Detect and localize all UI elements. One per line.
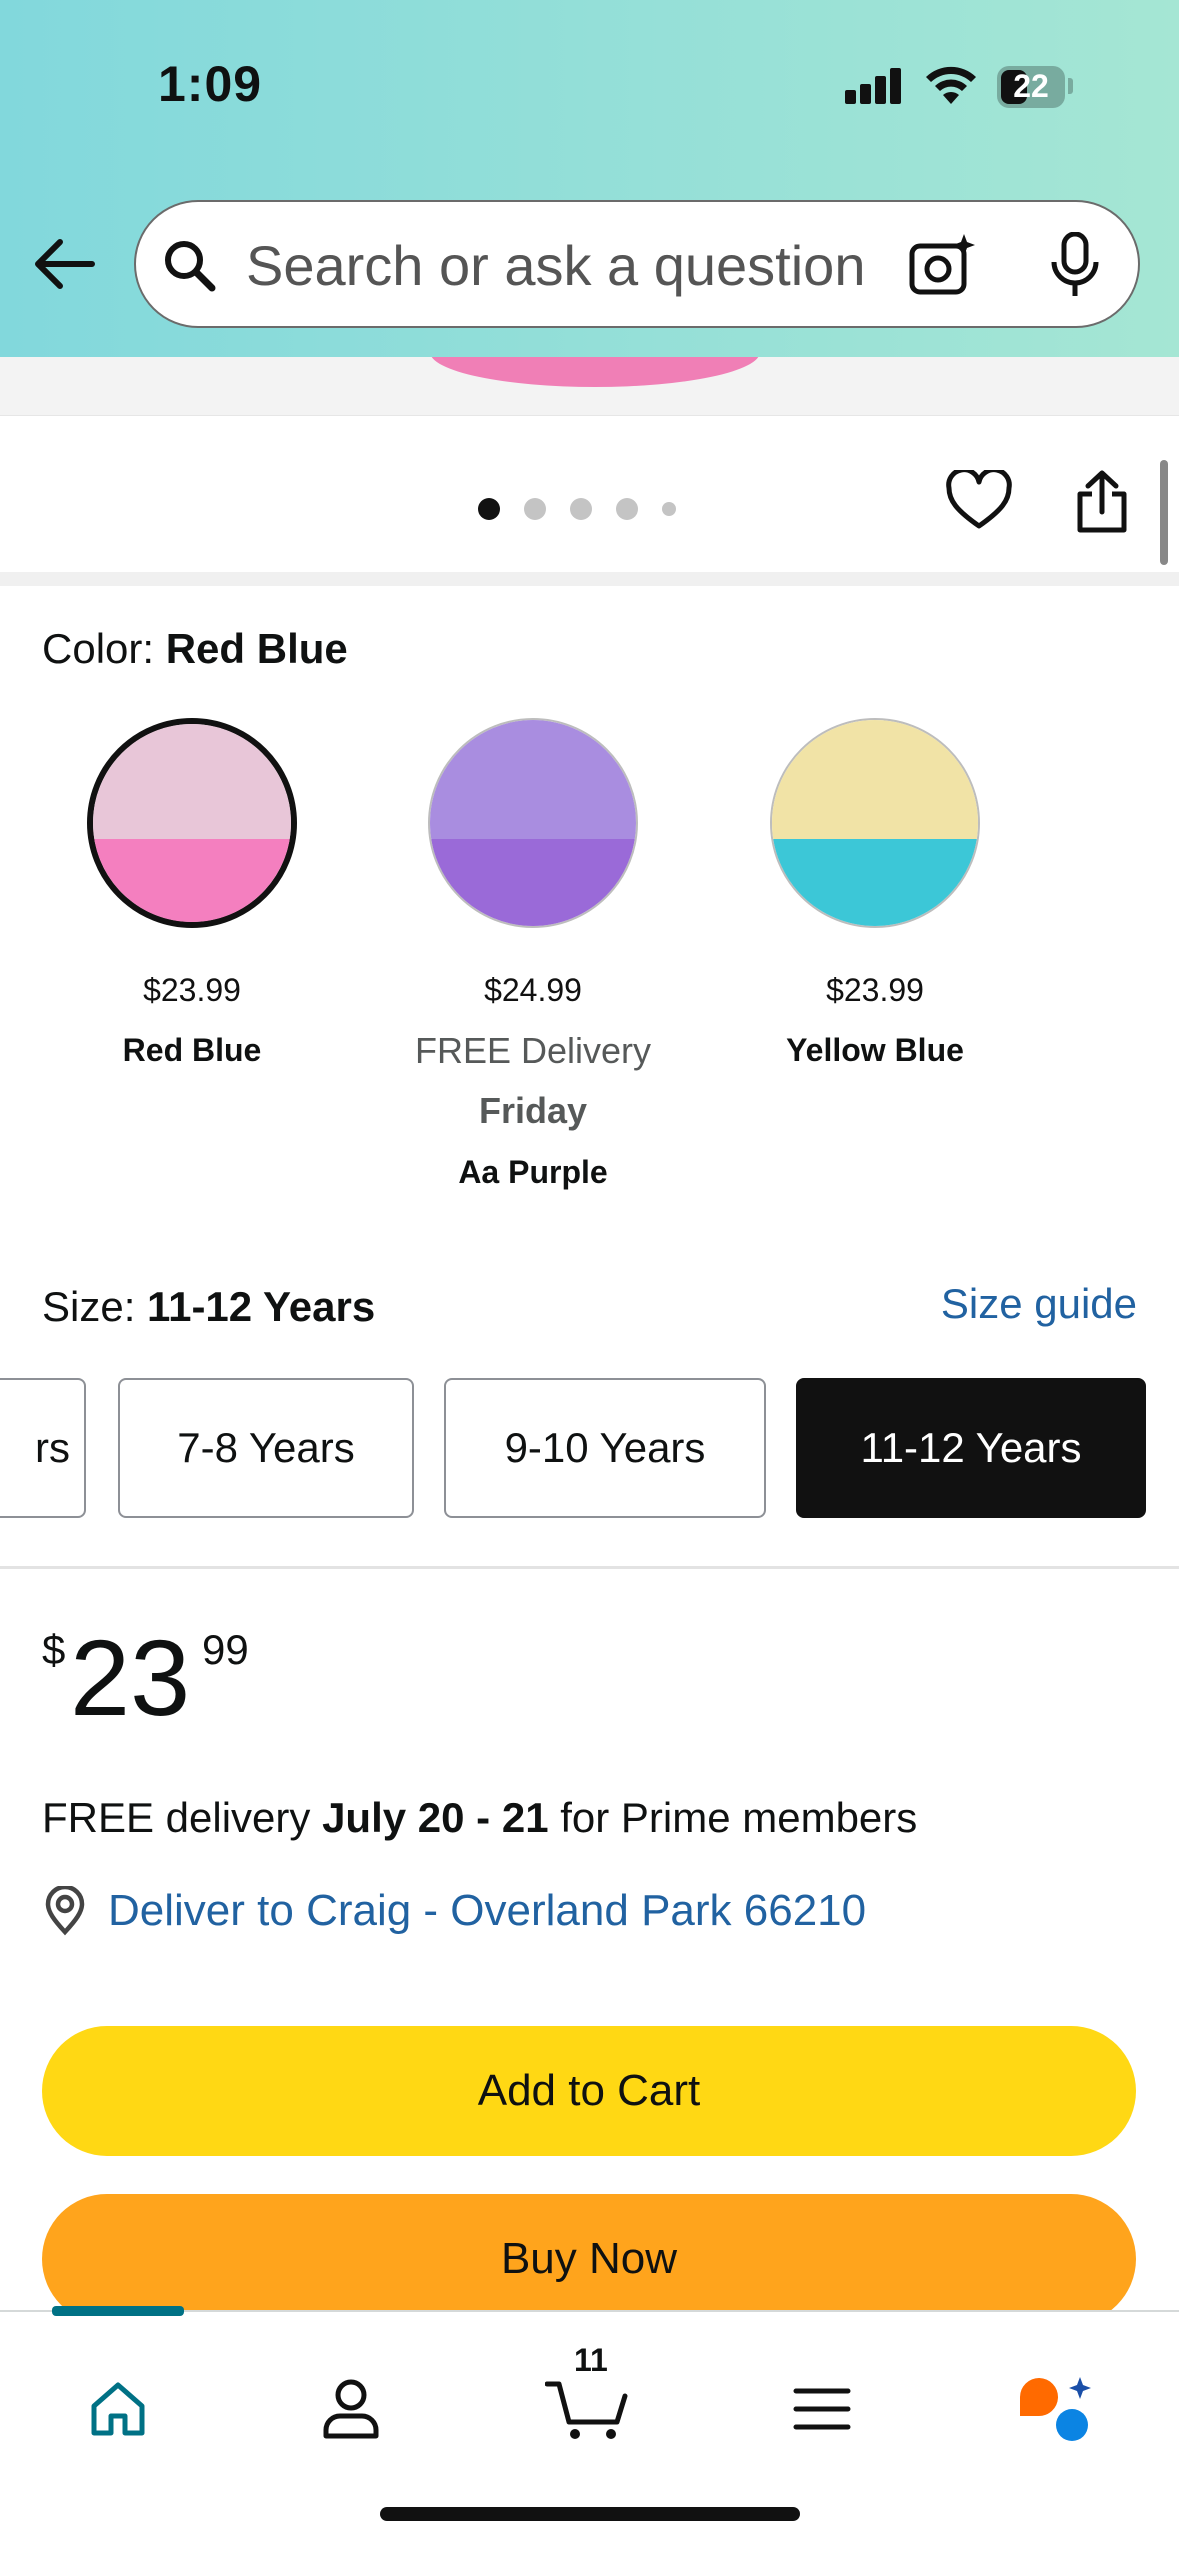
color-swatch-red-blue[interactable] <box>87 718 297 928</box>
home-indicator <box>380 2507 800 2521</box>
size-guide-link[interactable]: Size guide <box>941 1280 1137 1328</box>
variant-price: $23.99 <box>826 972 924 1008</box>
size-label: Size: 11-12 Years <box>42 1283 376 1330</box>
battery-tip <box>1068 78 1073 94</box>
variant-price: $23.99 <box>143 972 241 1008</box>
color-label: Color: Red Blue <box>42 625 348 672</box>
carousel-dots[interactable] <box>478 496 676 522</box>
person-icon <box>323 2379 379 2439</box>
cart-icon <box>545 2381 628 2439</box>
cellular-signal-icon <box>845 64 905 104</box>
location-pin-icon <box>45 1886 85 1936</box>
carousel-dot[interactable] <box>570 498 592 520</box>
scrollbar[interactable] <box>1160 460 1168 565</box>
home-icon <box>91 2382 145 2436</box>
deliver-to-link[interactable]: Deliver to Craig - Overland Park 66210 <box>42 1886 866 1936</box>
selected-size: 11-12 Years <box>147 1283 376 1330</box>
product-image-edge <box>0 357 1179 415</box>
size-option[interactable]: 7-8 Years <box>118 1378 414 1518</box>
camera-lens-icon[interactable] <box>908 232 978 298</box>
search-input[interactable] <box>246 230 946 300</box>
heart-icon[interactable] <box>946 470 1012 530</box>
search-bar[interactable] <box>134 200 1140 328</box>
status-time: 1:09 <box>158 56 263 112</box>
section-divider <box>0 1566 1179 1569</box>
active-tab-indicator <box>52 2306 184 2316</box>
variant-name: Red Blue <box>122 1032 262 1068</box>
selected-color: Red Blue <box>165 625 348 672</box>
section-separator <box>0 572 1179 586</box>
color-swatch-aa-purple[interactable] <box>428 718 638 928</box>
nav-home[interactable] <box>58 2354 178 2464</box>
carousel-dot[interactable] <box>524 498 546 520</box>
variant-name: Aa Purple <box>458 1154 608 1190</box>
menu-icon <box>793 2388 851 2430</box>
back-arrow-icon[interactable] <box>32 236 96 292</box>
nav-account[interactable] <box>291 2354 411 2464</box>
carousel-dot[interactable] <box>616 498 638 520</box>
deliver-to-address[interactable]: Deliver to Craig - Overland Park 66210 <box>108 1886 866 1936</box>
price-whole: 23 <box>70 1617 191 1738</box>
wifi-icon <box>926 66 976 104</box>
size-option-selected[interactable]: 11-12 Years <box>796 1378 1146 1518</box>
color-swatch-yellow-blue[interactable] <box>770 718 980 928</box>
search-icon <box>165 241 216 292</box>
variant-delivery: FREE Delivery <box>414 1030 652 1071</box>
size-option[interactable]: rs <box>0 1378 86 1518</box>
size-option[interactable]: 9-10 Years <box>444 1378 766 1518</box>
battery-level: 22 <box>1013 68 1049 104</box>
buy-now-button[interactable]: Buy Now <box>42 2194 1136 2324</box>
battery-icon: 22 <box>997 66 1065 108</box>
variant-name: Yellow Blue <box>786 1032 964 1068</box>
variant-delivery-day: Friday <box>478 1090 588 1131</box>
top-header: 1:09 22 <box>0 0 1179 357</box>
carousel-dot[interactable] <box>478 498 500 520</box>
variant-price: $24.99 <box>484 972 582 1008</box>
share-icon[interactable] <box>1074 470 1130 534</box>
price-fraction: 99 <box>202 1626 249 1673</box>
nav-rufus-assistant[interactable] <box>996 2354 1116 2464</box>
cart-count: 11 <box>574 2342 608 2378</box>
delivery-info: FREE delivery July 20 - 21 for Prime mem… <box>42 1794 918 1841</box>
microphone-icon[interactable] <box>1048 232 1102 298</box>
price-symbol: $ <box>42 1626 66 1673</box>
carousel-dot[interactable] <box>662 502 676 516</box>
delivery-dates: July 20 - 21 <box>322 1794 549 1841</box>
chat-assistant-icon <box>1020 2377 1091 2441</box>
nav-menu[interactable] <box>762 2354 882 2464</box>
add-to-cart-button[interactable]: Add to Cart <box>42 2026 1136 2156</box>
